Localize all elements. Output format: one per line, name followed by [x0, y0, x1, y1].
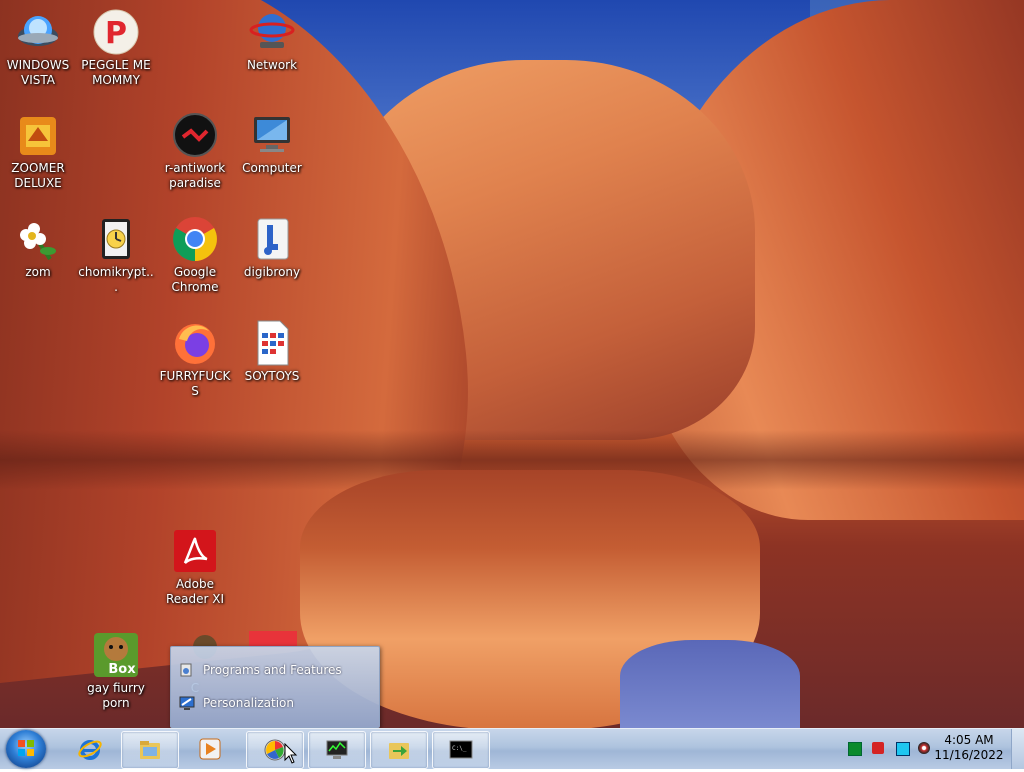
- desktop-icon-label: ZOOMER DELUXE: [11, 161, 65, 190]
- desktop[interactable]: WINDOWS VISTA P PEGGLE ME MOMMY Network …: [0, 0, 1024, 728]
- red-flag-icon[interactable]: [872, 742, 884, 754]
- document-icon: [248, 319, 296, 367]
- desktop-icon-digibrony[interactable]: digibrony: [234, 215, 310, 280]
- desktop-icon-label: PEGGLE ME MOMMY: [81, 58, 151, 87]
- menu-item-personalization[interactable]: Personalization: [179, 690, 369, 716]
- desktop-icon-chrome[interactable]: Google Chrome: [157, 215, 233, 295]
- desktop-icon-label: Adobe Reader XI: [165, 577, 225, 606]
- orb-icon: [14, 8, 62, 56]
- volume-icon[interactable]: [918, 742, 930, 754]
- zoomer-icon: [14, 111, 62, 159]
- taskbar-button-ie[interactable]: [62, 731, 118, 767]
- desktop-icon-label: gay fiurry porn: [87, 681, 145, 710]
- desktop-icon-zoomer[interactable]: ZOOMER DELUXE: [0, 111, 76, 191]
- desktop-icon-label: zom: [25, 265, 51, 279]
- taskbar-button-media[interactable]: [182, 731, 238, 767]
- taskbar-button-arrow-folder[interactable]: [370, 731, 428, 769]
- desktop-icon-chomik[interactable]: chomikrypt...: [78, 215, 154, 295]
- show-desktop-button[interactable]: [1011, 729, 1024, 769]
- programs-icon: [179, 662, 195, 678]
- taskbar-button-explorer[interactable]: [121, 731, 179, 769]
- desktop-icon-windows-vista[interactable]: WINDOWS VISTA: [0, 8, 76, 88]
- network-icon: [248, 8, 296, 56]
- desktop-icon-label: FURRYFUCKS: [159, 369, 231, 398]
- desktop-icon-soytoys[interactable]: SOYTOYS: [234, 319, 310, 384]
- clock-date: 11/16/2022: [934, 748, 1004, 762]
- adobe-icon: [171, 527, 219, 575]
- green-square-icon[interactable]: [848, 742, 862, 756]
- desktop-icon-firefox[interactable]: FURRYFUCKS: [157, 319, 233, 399]
- menu-item-programs-and-features[interactable]: Programs and Features: [179, 657, 369, 683]
- computer-icon: [248, 111, 296, 159]
- desktop-icon-antiwork[interactable]: r-antiwork paradise: [157, 111, 233, 191]
- mouse-cursor-icon: [284, 743, 298, 764]
- antiwork-icon: [171, 111, 219, 159]
- desktop-icon-peggle[interactable]: P PEGGLE ME MOMMY: [78, 8, 154, 88]
- folder-icon: [140, 741, 160, 759]
- internet-explorer-icon: [78, 740, 102, 760]
- task-manager-icon: [326, 740, 348, 759]
- desktop-icon-label: WINDOWS VISTA: [6, 58, 70, 87]
- command-prompt-icon: C:\_: [449, 740, 473, 759]
- red-square-icon: [249, 631, 297, 647]
- menu-item-label: Programs and Features: [203, 663, 342, 677]
- windows-logo-icon: [18, 740, 34, 756]
- box-icon: Box: [92, 631, 140, 679]
- monitor-icon[interactable]: [896, 742, 910, 756]
- desktop-icon-zom[interactable]: zom: [0, 215, 76, 280]
- svg-text:Box: Box: [108, 662, 136, 677]
- desktop-icon-computer[interactable]: Computer: [234, 111, 310, 176]
- desktop-icon-label: Computer: [242, 161, 302, 175]
- desktop-icon-label: Google Chrome: [171, 265, 219, 294]
- desktop-icon-network[interactable]: Network: [234, 8, 310, 73]
- notification-area: 4:05 AM 11/16/2022: [814, 729, 1024, 769]
- wallpaper-water: [620, 640, 800, 728]
- personalization-icon: [179, 695, 195, 711]
- media-player-icon: [199, 738, 221, 760]
- jump-list-menu: Programs and Features Personalization: [170, 646, 380, 728]
- chrome-icon: [171, 215, 219, 263]
- desktop-icon-gay[interactable]: Box gay fiurry porn: [78, 631, 154, 711]
- firefox-icon: [171, 319, 219, 367]
- taskbar-button-task-manager[interactable]: [308, 731, 366, 769]
- desktop-icon-label: Network: [246, 58, 298, 72]
- system-clock[interactable]: 4:05 AM 11/16/2022: [934, 733, 1004, 763]
- desktop-icon-label: digibrony: [243, 265, 301, 279]
- clock-time: 4:05 AM: [944, 733, 994, 747]
- desktop-icon-label: r-antiwork paradise: [164, 161, 226, 190]
- digibrony-icon: [248, 215, 296, 263]
- menu-item-label: Personalization: [203, 696, 294, 710]
- clock-icon: [92, 215, 140, 263]
- flower-icon: [14, 215, 62, 263]
- taskbar: C:\_ 4:05 AM 11/16/2022: [0, 728, 1024, 769]
- desktop-icon-label: SOYTOYS: [244, 369, 300, 383]
- desktop-icon-label: chomikrypt...: [78, 265, 154, 294]
- start-button[interactable]: [6, 730, 46, 768]
- taskbar-button-command-prompt[interactable]: C:\_: [432, 731, 490, 769]
- svg-text:P: P: [105, 16, 127, 51]
- peggle-icon: P: [92, 8, 140, 56]
- arrow-folder-icon: [389, 743, 409, 759]
- desktop-icon-adobe[interactable]: Adobe Reader XI: [157, 527, 233, 607]
- svg-text:C:\_: C:\_: [452, 745, 467, 752]
